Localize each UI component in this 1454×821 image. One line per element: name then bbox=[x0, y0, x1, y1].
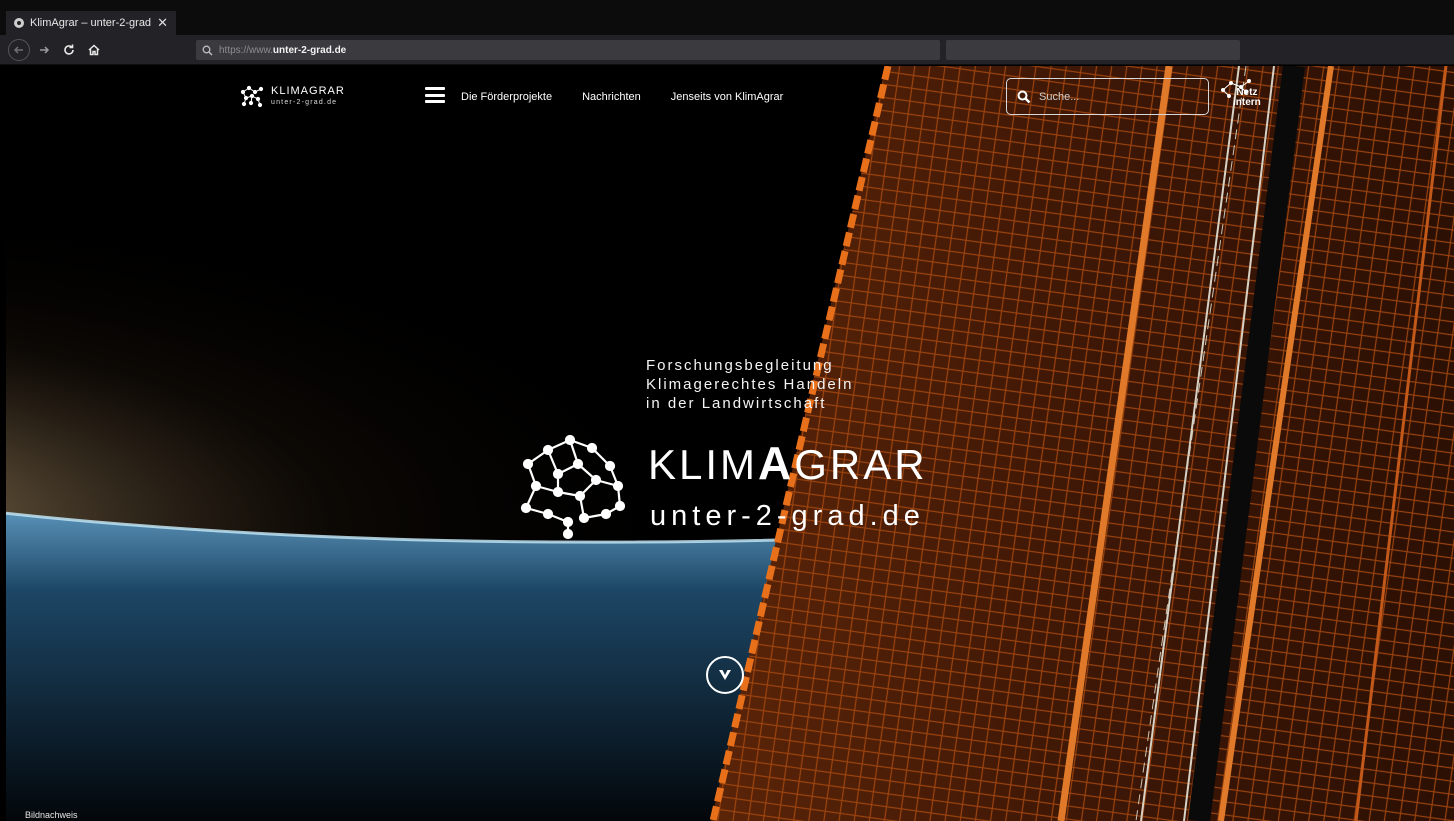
tagline-line: Klimagerechtes Handeln bbox=[646, 376, 854, 393]
hamburger-line bbox=[425, 93, 445, 97]
browser-toolbar: https://www. unter-2-grad.de bbox=[0, 35, 1454, 65]
home-icon bbox=[88, 44, 100, 56]
site-search[interactable] bbox=[1006, 78, 1209, 115]
back-button[interactable] bbox=[8, 39, 30, 61]
tab-close-icon[interactable]: ✕ bbox=[157, 15, 168, 31]
nav-foerderprojekte[interactable]: Die Förderprojekte bbox=[461, 91, 552, 103]
hamburger-line bbox=[425, 87, 445, 90]
forward-button[interactable] bbox=[33, 39, 55, 61]
nav-nachrichten[interactable]: Nachrichten bbox=[582, 91, 641, 103]
hero-tagline: Forschungsbegleitung Klimagerechtes Hand… bbox=[646, 356, 853, 413]
url-host: unter-2-grad.de bbox=[272, 44, 347, 56]
url-scheme: https://www. bbox=[219, 44, 273, 56]
site-logo[interactable]: KLIMAGRAR unter-2-grad.de bbox=[239, 83, 345, 109]
logo-domain: unter-2-grad.de bbox=[271, 99, 338, 106]
hero-brand-domain: unter-2-grad.de bbox=[650, 500, 925, 532]
search-icon bbox=[202, 45, 213, 56]
logo-name: KLIMAGRAR bbox=[271, 85, 345, 97]
netz-label-line2: intern bbox=[1233, 97, 1261, 108]
reload-icon bbox=[64, 44, 74, 55]
back-arrow-icon bbox=[13, 46, 23, 54]
hero-brand-name: KLIMAGRAR bbox=[648, 440, 928, 488]
brand-prefix: KLIM bbox=[648, 441, 759, 488]
url-bar[interactable]: https://www. unter-2-grad.de bbox=[196, 40, 940, 60]
home-button[interactable] bbox=[83, 39, 105, 61]
tab-title: KlimAgrar – unter-2-grad.de bbox=[30, 17, 152, 29]
search-input[interactable] bbox=[1039, 90, 1189, 103]
browser-tab[interactable]: KlimAgrar – unter-2-grad.de ✕ bbox=[6, 11, 176, 35]
browser-tabbar: KlimAgrar – unter-2-grad.de ✕ bbox=[0, 0, 1454, 35]
favicon-icon bbox=[14, 18, 24, 28]
brand-suffix: GRAR bbox=[794, 441, 928, 488]
netz-intern-label: Netz intern bbox=[1233, 88, 1261, 108]
scroll-down-button[interactable] bbox=[706, 656, 744, 694]
hamburger-line bbox=[425, 100, 445, 103]
netz-intern-link[interactable]: Netz intern bbox=[1219, 78, 1267, 114]
forward-arrow-icon bbox=[40, 46, 50, 54]
chevron-down-icon bbox=[719, 670, 731, 680]
tagline-line: in der Landwirtschaft bbox=[646, 395, 827, 412]
browser-search-bar[interactable] bbox=[946, 40, 1240, 60]
main-nav: Die Förderprojekte Nachrichten Jenseits … bbox=[461, 91, 783, 103]
network-logo-icon bbox=[240, 85, 264, 108]
brand-a: A bbox=[758, 437, 795, 489]
hero-section: KLIMAGRAR unter-2-grad.de Die Förderproj… bbox=[6, 66, 1454, 821]
nav-jenseits[interactable]: Jenseits von KlimAgrar bbox=[671, 91, 784, 103]
menu-hamburger-icon[interactable] bbox=[425, 87, 445, 103]
search-icon bbox=[1017, 90, 1031, 103]
reload-button[interactable] bbox=[58, 39, 80, 61]
tagline-line: Forschungsbegleitung bbox=[646, 357, 834, 374]
image-credit-link[interactable]: Bildnachweis bbox=[25, 810, 78, 820]
